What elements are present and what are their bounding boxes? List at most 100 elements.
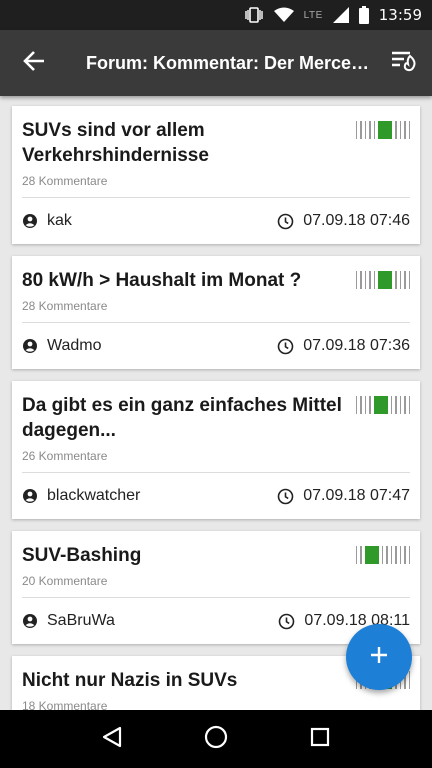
triangle-back-icon bbox=[102, 726, 122, 753]
user-icon bbox=[22, 613, 38, 629]
author-name: blackwatcher bbox=[47, 487, 141, 504]
thread-title: Nicht nur Nazis in SUVs bbox=[22, 670, 238, 691]
rating-bar bbox=[378, 121, 392, 139]
nav-back-button[interactable] bbox=[87, 714, 137, 764]
rating-tick bbox=[355, 546, 357, 564]
nav-home-button[interactable] bbox=[191, 714, 241, 764]
vibrate-icon bbox=[244, 6, 264, 24]
author-name: SaBruWa bbox=[47, 612, 115, 629]
rating-tick bbox=[360, 396, 362, 414]
plus-icon bbox=[369, 645, 389, 670]
rating-tick bbox=[395, 396, 397, 414]
thread-title: SUVs sind vor allem Verkehrshindernisse bbox=[22, 120, 209, 166]
rating-tick bbox=[408, 671, 410, 689]
rating-bar bbox=[373, 396, 388, 414]
circle-home-icon bbox=[204, 725, 228, 754]
rating-tick bbox=[395, 271, 397, 289]
rating-indicator bbox=[355, 543, 410, 564]
wifi-icon bbox=[273, 7, 294, 23]
rating-tick bbox=[395, 121, 397, 139]
comment-count: 28 Kommentare bbox=[22, 174, 410, 198]
rating-tick bbox=[399, 271, 401, 289]
rating-tick bbox=[369, 121, 371, 139]
network-type: LTE bbox=[303, 9, 323, 21]
rating-tick bbox=[369, 396, 371, 414]
status-bar: LTE 13:59 bbox=[0, 0, 432, 30]
rating-tick bbox=[404, 546, 406, 564]
rating-tick bbox=[360, 546, 362, 564]
rating-tick bbox=[404, 271, 406, 289]
thread-card[interactable]: Da gibt es ein ganz einfaches Mittel dag… bbox=[12, 381, 420, 519]
timestamp: 07.09.18 07:47 bbox=[277, 487, 410, 505]
author-name: kak bbox=[47, 212, 72, 229]
rating-tick bbox=[399, 396, 401, 414]
rating-tick bbox=[364, 271, 366, 289]
comment-count: 26 Kommentare bbox=[22, 449, 410, 473]
rating-tick bbox=[408, 546, 410, 564]
rating-tick bbox=[390, 546, 392, 564]
back-button[interactable] bbox=[0, 30, 68, 96]
rating-tick bbox=[360, 121, 362, 139]
clock-icon bbox=[277, 338, 294, 355]
timestamp: 07.09.18 07:36 bbox=[277, 337, 410, 355]
user-icon bbox=[22, 213, 38, 229]
clock-icon bbox=[277, 488, 294, 505]
clock-icon bbox=[277, 213, 294, 230]
rating-tick bbox=[381, 546, 383, 564]
thread-datetime: 07.09.18 07:47 bbox=[303, 487, 410, 504]
rating-tick bbox=[404, 121, 406, 139]
signal-icon bbox=[332, 7, 349, 23]
author: kak bbox=[22, 212, 72, 230]
rating-indicator bbox=[355, 118, 410, 139]
comment-count: 18 Kommentare bbox=[22, 699, 410, 710]
thread-card[interactable]: SUV-Bashing 20 Kommentare SaBruWa 07.09.18 … bbox=[12, 531, 420, 644]
rating-tick bbox=[386, 546, 388, 564]
author-name: Wadmo bbox=[47, 337, 102, 354]
rating-tick bbox=[369, 271, 371, 289]
square-recents-icon bbox=[310, 727, 330, 752]
rating-tick bbox=[355, 396, 357, 414]
rating-tick bbox=[364, 121, 366, 139]
rating-tick bbox=[360, 271, 362, 289]
thread-card[interactable]: 80 kW/h > Haushalt im Monat ? 28 Kommenta… bbox=[12, 256, 420, 369]
thread-title: SUV-Bashing bbox=[22, 545, 142, 566]
rating-tick bbox=[390, 396, 392, 414]
rating-tick bbox=[404, 396, 406, 414]
rating-indicator bbox=[355, 393, 410, 414]
thread-list[interactable]: SUVs sind vor allem Verkehrshindernisse 2… bbox=[0, 96, 432, 710]
rating-tick bbox=[399, 121, 401, 139]
thread-datetime: 07.09.18 07:46 bbox=[303, 212, 410, 229]
thread-title: 80 kW/h > Haushalt im Monat ? bbox=[22, 270, 302, 291]
thread-card[interactable]: SUVs sind vor allem Verkehrshindernisse 2… bbox=[12, 106, 420, 244]
rating-tick bbox=[373, 271, 375, 289]
rating-bar bbox=[364, 546, 379, 564]
app-bar: Forum: Kommentar: Der Merce… bbox=[0, 30, 432, 96]
author: Wadmo bbox=[22, 337, 102, 355]
author: blackwatcher bbox=[22, 487, 140, 505]
arrow-left-icon bbox=[23, 50, 45, 77]
page-title: Forum: Kommentar: Der Merce… bbox=[86, 52, 370, 73]
clock-icon bbox=[278, 613, 295, 630]
rating-tick bbox=[355, 271, 357, 289]
rating-tick bbox=[399, 546, 401, 564]
add-comment-button[interactable] bbox=[346, 624, 412, 690]
user-icon bbox=[22, 488, 38, 504]
rating-tick bbox=[364, 396, 366, 414]
rating-tick bbox=[408, 271, 410, 289]
rating-indicator bbox=[355, 268, 410, 289]
filter-fire-icon bbox=[390, 50, 418, 77]
filter-button[interactable] bbox=[376, 30, 432, 96]
comment-count: 28 Kommentare bbox=[22, 299, 410, 323]
status-time: 13:59 bbox=[378, 6, 422, 24]
rating-tick bbox=[395, 546, 397, 564]
battery-icon bbox=[358, 6, 369, 24]
timestamp: 07.09.18 07:46 bbox=[277, 212, 410, 230]
comment-count: 20 Kommentare bbox=[22, 574, 410, 598]
nav-recents-button[interactable] bbox=[295, 714, 345, 764]
author: SaBruWa bbox=[22, 612, 115, 630]
thread-title: Da gibt es ein ganz einfaches Mittel dag… bbox=[22, 395, 342, 441]
rating-bar bbox=[378, 271, 392, 289]
rating-tick bbox=[408, 121, 410, 139]
rating-tick bbox=[408, 396, 410, 414]
rating-tick bbox=[355, 121, 357, 139]
